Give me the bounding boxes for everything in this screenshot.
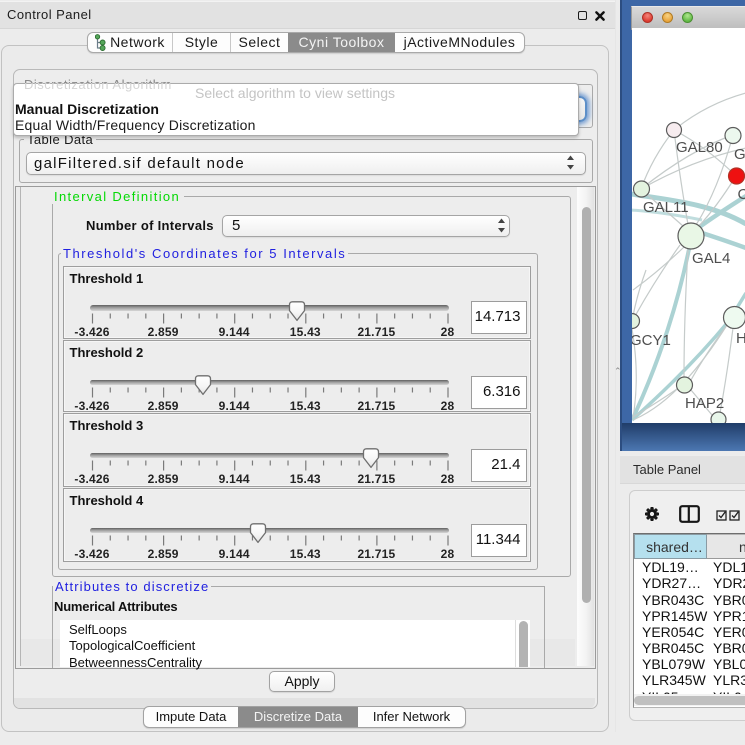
svg-text:GCY1: GCY1 [632, 332, 671, 349]
svg-text:HAP2: HAP2 [685, 395, 724, 412]
svg-text:C: C [738, 186, 745, 203]
svg-text:H: H [736, 330, 745, 347]
svg-text:GAL11: GAL11 [643, 199, 689, 216]
svg-text:GA: GA [734, 146, 745, 163]
svg-text:GAL4: GAL4 [692, 250, 730, 267]
svg-text:GAL80: GAL80 [676, 139, 723, 156]
